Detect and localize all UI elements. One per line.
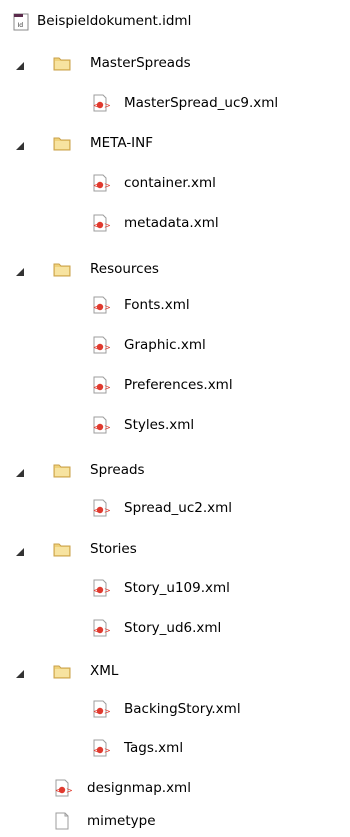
folder-xml[interactable]: XML xyxy=(0,658,350,684)
svg-text:<: < xyxy=(93,101,100,110)
svg-text:<: < xyxy=(93,343,100,352)
xml-file-icon: < > xyxy=(90,172,110,194)
file-masterspread-uc9[interactable]: < > MasterSpread_uc9.xml xyxy=(0,90,350,116)
xml-file-icon: < > xyxy=(90,334,110,356)
xml-file-icon: < > xyxy=(90,577,110,599)
folder-label: META-INF xyxy=(90,135,154,151)
file-label: Graphic.xml xyxy=(124,337,206,353)
file-preferences[interactable]: < > Preferences.xml xyxy=(0,372,350,398)
svg-text:<: < xyxy=(93,181,100,190)
file-label: Tags.xml xyxy=(124,740,184,756)
xml-file-icon: < > xyxy=(90,617,110,639)
folder-icon xyxy=(52,132,72,154)
xml-file-icon: < > xyxy=(90,374,110,396)
file-spread-uc2[interactable]: < > Spread_uc2.xml xyxy=(0,495,350,521)
xml-file-icon: < > xyxy=(90,212,110,234)
svg-text:>: > xyxy=(104,707,110,716)
svg-text:>: > xyxy=(104,746,110,755)
expanded-arrow-icon[interactable] xyxy=(16,466,24,481)
folder-label: Spreads xyxy=(90,462,145,478)
file-label: Story_ud6.xml xyxy=(124,620,222,636)
expanded-arrow-icon[interactable] xyxy=(16,667,24,682)
xml-file-icon: < > xyxy=(90,497,110,519)
svg-text:>: > xyxy=(104,626,110,635)
idml-file-icon: Id xyxy=(11,10,31,32)
folder-meta-inf[interactable]: META-INF xyxy=(0,130,350,156)
folder-masterspreads[interactable]: MasterSpreads xyxy=(0,50,350,76)
svg-text:<: < xyxy=(93,383,100,392)
svg-text:<: < xyxy=(55,786,62,795)
file-label: designmap.xml xyxy=(87,780,191,796)
svg-text:>: > xyxy=(104,506,110,515)
svg-text:<: < xyxy=(93,303,100,312)
file-styles[interactable]: < > Styles.xml xyxy=(0,412,350,438)
svg-text:>: > xyxy=(66,786,72,795)
folder-icon xyxy=(52,459,72,481)
folder-stories[interactable]: Stories xyxy=(0,536,350,562)
file-tree: Id Beispieldokument.idml MasterSpreads <… xyxy=(0,0,350,837)
expanded-arrow-icon[interactable] xyxy=(16,265,24,280)
file-label: Styles.xml xyxy=(124,417,195,433)
svg-text:>: > xyxy=(104,383,110,392)
file-graphic[interactable]: < > Graphic.xml xyxy=(0,332,350,358)
folder-icon xyxy=(52,258,72,280)
svg-text:<: < xyxy=(93,746,100,755)
file-designmap[interactable]: < > designmap.xml xyxy=(0,775,350,801)
svg-text:<: < xyxy=(93,423,100,432)
file-label: BackingStory.xml xyxy=(124,701,241,717)
folder-icon xyxy=(52,660,72,682)
svg-text:>: > xyxy=(104,303,110,312)
expanded-arrow-icon[interactable] xyxy=(16,59,24,74)
folder-icon xyxy=(52,538,72,560)
file-label: container.xml xyxy=(124,175,216,191)
xml-file-icon: < > xyxy=(52,777,72,799)
svg-text:>: > xyxy=(104,423,110,432)
file-label: Preferences.xml xyxy=(124,377,233,393)
xml-file-icon: < > xyxy=(90,698,110,720)
file-label: MasterSpread_uc9.xml xyxy=(124,95,279,111)
svg-text:>: > xyxy=(104,343,110,352)
svg-text:>: > xyxy=(104,101,110,110)
folder-label: Resources xyxy=(90,261,159,277)
svg-text:>: > xyxy=(104,181,110,190)
svg-text:<: < xyxy=(93,221,100,230)
xml-file-icon: < > xyxy=(90,92,110,114)
file-label: metadata.xml xyxy=(124,215,219,231)
xml-file-icon: < > xyxy=(90,294,110,316)
file-metadata[interactable]: < > metadata.xml xyxy=(0,210,350,236)
expanded-arrow-icon[interactable] xyxy=(16,139,24,154)
xml-file-icon: < > xyxy=(90,737,110,759)
file-label: Fonts.xml xyxy=(124,297,190,313)
blank-file-icon xyxy=(52,810,72,832)
file-label: Story_u109.xml xyxy=(124,580,230,596)
file-story-u109[interactable]: < > Story_u109.xml xyxy=(0,575,350,601)
svg-text:<: < xyxy=(93,506,100,515)
svg-text:>: > xyxy=(104,221,110,230)
xml-file-icon: < > xyxy=(90,414,110,436)
svg-text:>: > xyxy=(104,586,110,595)
root-label: Beispieldokument.idml xyxy=(37,13,192,29)
file-story-ud6[interactable]: < > Story_ud6.xml xyxy=(0,615,350,641)
folder-icon xyxy=(52,52,72,74)
file-tags[interactable]: < > Tags.xml xyxy=(0,735,350,761)
tree-root-item[interactable]: Id Beispieldokument.idml xyxy=(0,8,350,34)
svg-text:<: < xyxy=(93,707,100,716)
file-backingstory[interactable]: < > BackingStory.xml xyxy=(0,696,350,722)
expanded-arrow-icon[interactable] xyxy=(16,545,24,560)
svg-text:<: < xyxy=(93,586,100,595)
svg-text:<: < xyxy=(93,626,100,635)
file-label: Spread_uc2.xml xyxy=(124,500,233,516)
folder-label: XML xyxy=(90,663,119,679)
file-fonts[interactable]: < > Fonts.xml xyxy=(0,292,350,318)
svg-text:Id: Id xyxy=(18,22,24,29)
folder-spreads[interactable]: Spreads xyxy=(0,457,350,483)
file-label: mimetype xyxy=(87,813,156,829)
file-container[interactable]: < > container.xml xyxy=(0,170,350,196)
folder-label: Stories xyxy=(90,541,137,557)
folder-resources[interactable]: Resources xyxy=(0,256,350,282)
folder-label: MasterSpreads xyxy=(90,55,191,71)
file-mimetype[interactable]: mimetype xyxy=(0,808,350,834)
